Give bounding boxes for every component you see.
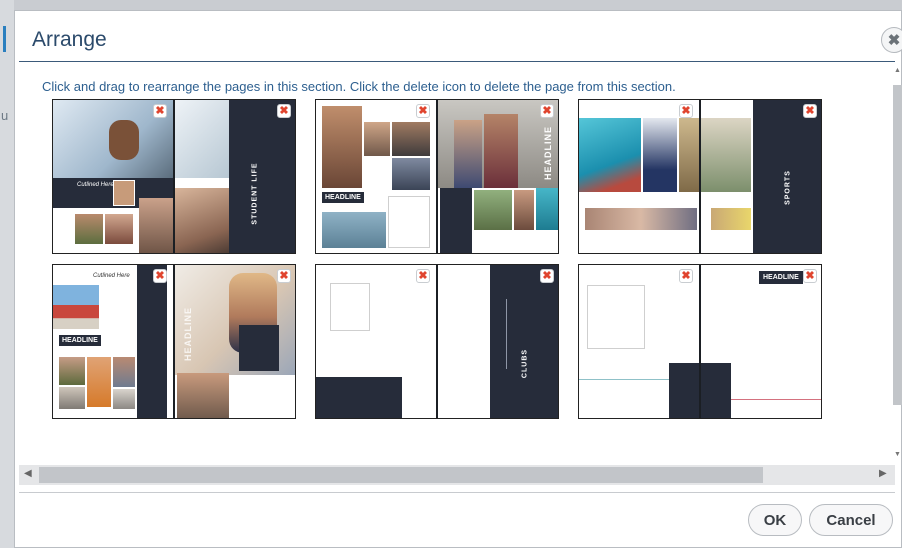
page-label: HEADLINE xyxy=(543,126,553,181)
scroll-right-icon[interactable]: ▶ xyxy=(879,468,887,479)
page-text-column xyxy=(137,265,167,418)
page-photo xyxy=(175,100,229,178)
delete-page-icon[interactable]: ✖ xyxy=(540,269,554,283)
spread-thumbnail-6[interactable]: HEADLINE ✖ ✖ xyxy=(578,264,822,419)
background-accent xyxy=(3,26,6,52)
spread-thumbnail-2[interactable]: HEADLINE HEADLINE ✖ ✖ xyxy=(315,99,559,254)
dialog-title: Arrange xyxy=(32,28,107,51)
page-photo xyxy=(322,106,362,188)
close-button[interactable]: ✖ xyxy=(881,27,902,53)
delete-page-icon[interactable]: ✖ xyxy=(679,269,693,283)
delete-page-icon[interactable]: ✖ xyxy=(540,104,554,118)
page-photo xyxy=(59,357,85,385)
page-photo xyxy=(585,208,697,230)
script-caption: Cutlined Here xyxy=(93,273,130,279)
page-text-column xyxy=(440,188,472,253)
arrange-dialog: Arrange ✖ Click and drag to rearrange th… xyxy=(14,10,902,548)
empty-photo-frame xyxy=(388,196,430,248)
page-photo xyxy=(105,214,133,244)
headline-box: HEADLINE xyxy=(322,192,364,203)
delete-page-icon[interactable]: ✖ xyxy=(679,104,693,118)
cancel-button[interactable]: Cancel xyxy=(809,504,893,536)
delete-page-icon[interactable]: ✖ xyxy=(803,104,817,118)
page-photo xyxy=(454,120,482,188)
page-photo xyxy=(87,357,111,407)
page-photo xyxy=(474,190,512,230)
page-photo xyxy=(643,118,677,192)
page-photo xyxy=(109,120,139,160)
vertical-scroll-thumb[interactable] xyxy=(893,85,902,405)
accent-line xyxy=(731,399,821,400)
delete-page-icon[interactable]: ✖ xyxy=(153,269,167,283)
page-photo xyxy=(701,118,751,192)
ok-button[interactable]: OK xyxy=(748,504,802,536)
page-label: SPORTS xyxy=(784,170,792,205)
spread-fold xyxy=(436,100,438,253)
page-block xyxy=(316,377,402,418)
spread-scroll-area[interactable]: Click and drag to rearrange the pages in… xyxy=(19,63,891,463)
page-label: CLUBS xyxy=(521,348,529,379)
delete-page-icon[interactable]: ✖ xyxy=(277,104,291,118)
spread-thumbnail-4[interactable]: Cutlined Here HEADLINE HEADLINE ✖ ✖ xyxy=(52,264,296,419)
page-photo xyxy=(364,122,390,156)
accent-line xyxy=(506,299,507,369)
page-label: STUDENT LIFE xyxy=(251,162,259,225)
page-photo xyxy=(53,285,99,329)
page-photo xyxy=(175,188,229,253)
accent-line xyxy=(579,379,675,380)
page-photo xyxy=(711,208,751,230)
page-photo xyxy=(177,373,229,418)
instructions-text: Click and drag to rearrange the pages in… xyxy=(42,79,676,94)
footer-divider xyxy=(19,492,895,493)
page-photo xyxy=(322,212,386,248)
page-label-band xyxy=(229,100,295,253)
empty-photo-frame xyxy=(330,283,370,331)
page-photo xyxy=(536,188,558,230)
script-caption: Cutlined Here xyxy=(77,182,114,188)
page-photo xyxy=(484,114,518,188)
headline-box: HEADLINE xyxy=(59,335,101,346)
spread-thumbnail-5[interactable]: CLUBS ✖ ✖ xyxy=(315,264,559,419)
delete-page-icon[interactable]: ✖ xyxy=(416,269,430,283)
page-photo xyxy=(139,198,173,253)
page-photo-placeholder xyxy=(239,325,279,371)
page-photo xyxy=(59,387,85,409)
horizontal-scrollbar[interactable]: ◀ ▶ xyxy=(19,465,895,485)
scroll-up-icon[interactable]: ▲ xyxy=(894,67,901,74)
page-photo xyxy=(392,122,430,156)
spread-thumbnail-3[interactable]: SPORTS ✖ ✖ xyxy=(578,99,822,254)
headline-box: HEADLINE xyxy=(759,271,803,284)
page-photo xyxy=(113,180,135,206)
close-icon: ✖ xyxy=(887,32,901,49)
spread-fold xyxy=(173,265,175,418)
page-photo xyxy=(679,118,699,192)
delete-page-icon[interactable]: ✖ xyxy=(277,269,291,283)
page-photo xyxy=(579,118,641,192)
background-panel xyxy=(0,0,14,548)
empty-photo-frame xyxy=(587,285,645,349)
page-photo xyxy=(514,190,534,230)
spread-thumbnail-1[interactable]: Cutlined Here STUDENT LIFE ✖ ✖ xyxy=(52,99,296,254)
title-divider xyxy=(19,61,895,62)
spread-fold xyxy=(699,265,701,418)
spread-fold xyxy=(699,100,701,253)
page-photo xyxy=(75,214,103,244)
scroll-down-icon[interactable]: ▼ xyxy=(894,451,901,458)
background-text: u xyxy=(1,108,9,123)
spread-fold xyxy=(436,265,438,418)
scroll-left-icon[interactable]: ◀ xyxy=(24,468,32,479)
page-photo xyxy=(392,158,430,190)
vertical-scrollbar[interactable]: ▲ ▼ xyxy=(893,65,902,463)
page-photo xyxy=(113,357,135,387)
spread-fold xyxy=(173,100,175,253)
delete-page-icon[interactable]: ✖ xyxy=(153,104,167,118)
delete-page-icon[interactable]: ✖ xyxy=(416,104,430,118)
delete-page-icon[interactable]: ✖ xyxy=(803,269,817,283)
page-photo xyxy=(113,389,135,409)
horizontal-scroll-thumb[interactable] xyxy=(39,467,763,483)
page-label: HEADLINE xyxy=(183,307,193,362)
